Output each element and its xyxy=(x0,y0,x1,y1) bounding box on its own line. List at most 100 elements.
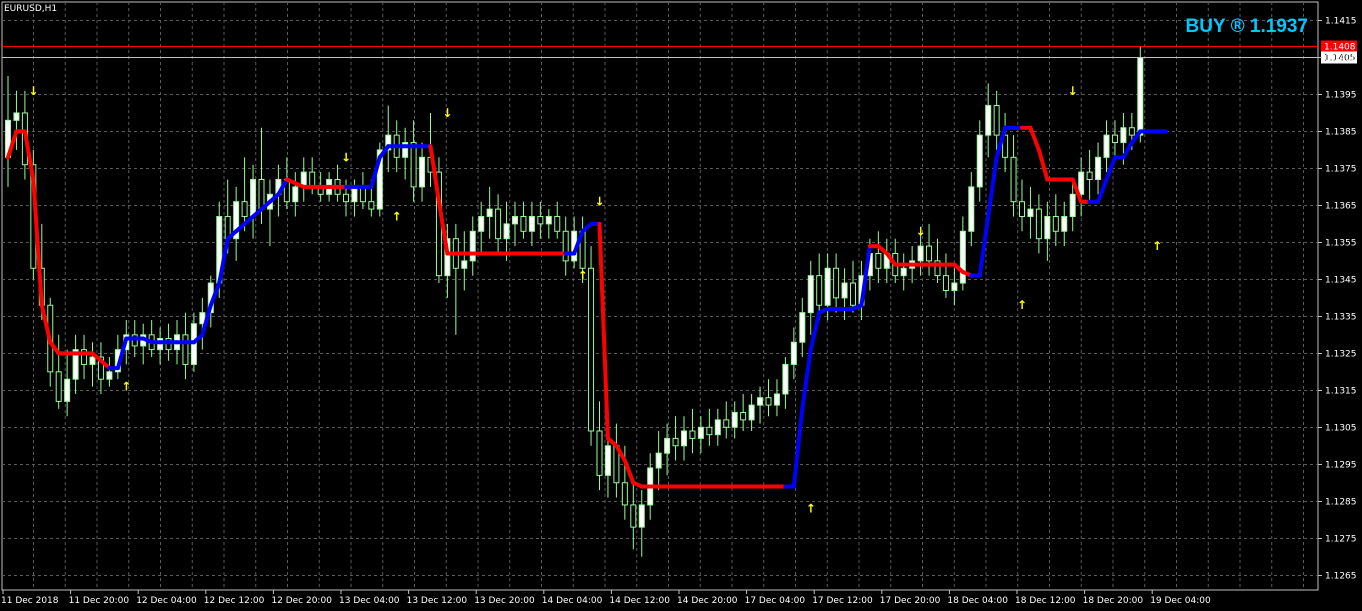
candle-body xyxy=(13,112,20,121)
candle-body xyxy=(1120,127,1127,144)
candle-body xyxy=(799,312,806,343)
candle-body xyxy=(850,282,856,306)
candle-body xyxy=(714,419,721,436)
candle-body xyxy=(1069,193,1076,217)
y-tick-label: 1.1285 xyxy=(1325,498,1357,508)
candle-body xyxy=(292,186,299,203)
candle-body xyxy=(1111,134,1118,144)
y-tick-label: 1.1385 xyxy=(1325,128,1357,138)
candle-body xyxy=(638,504,645,528)
candle-body xyxy=(672,437,679,447)
candle-body xyxy=(596,430,603,476)
y-tick-label: 1.1325 xyxy=(1325,350,1357,360)
candle-body xyxy=(106,371,113,380)
candle-body xyxy=(89,356,96,365)
candle-body xyxy=(773,393,780,406)
candle-body xyxy=(841,282,848,299)
x-tick-label: 14 Dec 04:00 xyxy=(542,596,603,606)
arrow-up-icon: ↑ xyxy=(392,209,402,223)
candle-body xyxy=(976,134,983,188)
x-tick-label: 17 Dec 12:00 xyxy=(812,596,873,606)
candle-body xyxy=(993,105,1000,136)
candle-body xyxy=(630,504,637,528)
price-chart[interactable]: ↓↑↓↑↓↑↓↑↓↑↓↑ 1.14081.1405 1.14151.14051.… xyxy=(0,0,1362,611)
candle-body xyxy=(1044,215,1051,240)
candle-body xyxy=(985,105,992,136)
candle-body xyxy=(621,482,628,506)
candle-body xyxy=(681,430,687,447)
candle-body xyxy=(824,267,831,306)
arrow-down-icon: ↓ xyxy=(28,84,38,98)
candle-body xyxy=(1137,56,1144,136)
candle-body xyxy=(309,171,316,188)
candle-body xyxy=(250,179,257,217)
candle-body xyxy=(807,275,814,314)
candle-body xyxy=(782,363,789,395)
y-tick-label: 1.1305 xyxy=(1325,424,1357,434)
candle-body xyxy=(1019,201,1025,217)
x-tick-label: 19 Dec 04:00 xyxy=(1150,596,1211,606)
x-tick-label: 17 Dec 04:00 xyxy=(745,596,806,606)
signal-text: BUY ® 1.1937 xyxy=(1185,16,1308,37)
candle-body xyxy=(55,371,62,402)
candle-body xyxy=(478,215,485,232)
candle-body xyxy=(1078,171,1085,195)
candle-body xyxy=(875,252,882,269)
candle-body xyxy=(951,282,958,291)
x-tick-label: 17 Dec 20:00 xyxy=(880,596,941,606)
y-tick-label: 1.1335 xyxy=(1325,313,1357,323)
y-tick-label: 1.1355 xyxy=(1325,239,1357,249)
candle-body xyxy=(1052,215,1059,232)
candle-body xyxy=(241,201,248,217)
candle-body xyxy=(664,437,671,454)
candle-body xyxy=(900,267,907,277)
arrow-up-icon: ↑ xyxy=(1152,239,1162,253)
x-tick-label: 13 Dec 12:00 xyxy=(407,596,468,606)
candle-body xyxy=(959,230,966,284)
y-tick-label: 1.1275 xyxy=(1325,535,1357,545)
y-tick-label: 1.1415 xyxy=(1325,17,1357,27)
y-tick-label: 1.1345 xyxy=(1325,276,1357,286)
candle-body xyxy=(512,215,518,225)
candle-body xyxy=(942,275,949,291)
candle-body xyxy=(790,341,797,365)
x-tick-label: 12 Dec 04:00 xyxy=(136,596,197,606)
candle-body xyxy=(351,186,358,203)
candle-body xyxy=(1027,208,1034,217)
candle-body xyxy=(588,267,595,432)
candle-body xyxy=(689,430,696,439)
candle-body xyxy=(697,426,704,439)
candle-body xyxy=(528,215,535,232)
candle-body xyxy=(469,230,476,262)
candle-body xyxy=(1095,156,1102,181)
candle-body xyxy=(258,179,265,210)
arrow-up-icon: ↑ xyxy=(121,380,131,394)
arrow-down-icon: ↓ xyxy=(341,150,351,164)
x-tick-label: 18 Dec 04:00 xyxy=(947,596,1008,606)
candle-body xyxy=(554,215,561,232)
candle-body xyxy=(968,186,975,232)
candle-body xyxy=(757,397,764,406)
candle-body xyxy=(706,426,713,436)
chart-background xyxy=(0,0,1362,611)
candle-body xyxy=(1061,215,1068,232)
y-tick-label: 1.1405 xyxy=(1325,54,1357,64)
x-tick-label: 11 Dec 2018 xyxy=(1,596,59,606)
symbol-label: EURUSD,H1 xyxy=(4,4,58,14)
y-tick-label: 1.1295 xyxy=(1325,461,1357,471)
x-tick-label: 14 Dec 12:00 xyxy=(609,596,670,606)
candle-body xyxy=(655,452,662,469)
candle-body xyxy=(545,215,552,225)
x-tick-label: 13 Dec 20:00 xyxy=(474,596,535,606)
candle-body xyxy=(368,201,375,210)
candle-body xyxy=(816,275,823,306)
x-tick-label: 12 Dec 20:00 xyxy=(271,596,332,606)
y-tick-label: 1.1365 xyxy=(1325,202,1357,212)
arrow-down-icon: ↓ xyxy=(442,106,452,120)
candle-body xyxy=(486,208,493,217)
candle-body xyxy=(917,245,924,262)
y-tick-label: 1.1265 xyxy=(1325,572,1357,582)
candle-body xyxy=(410,142,417,188)
x-tick-label: 18 Dec 20:00 xyxy=(1083,596,1144,606)
y-tick-label: 1.1375 xyxy=(1325,165,1357,175)
